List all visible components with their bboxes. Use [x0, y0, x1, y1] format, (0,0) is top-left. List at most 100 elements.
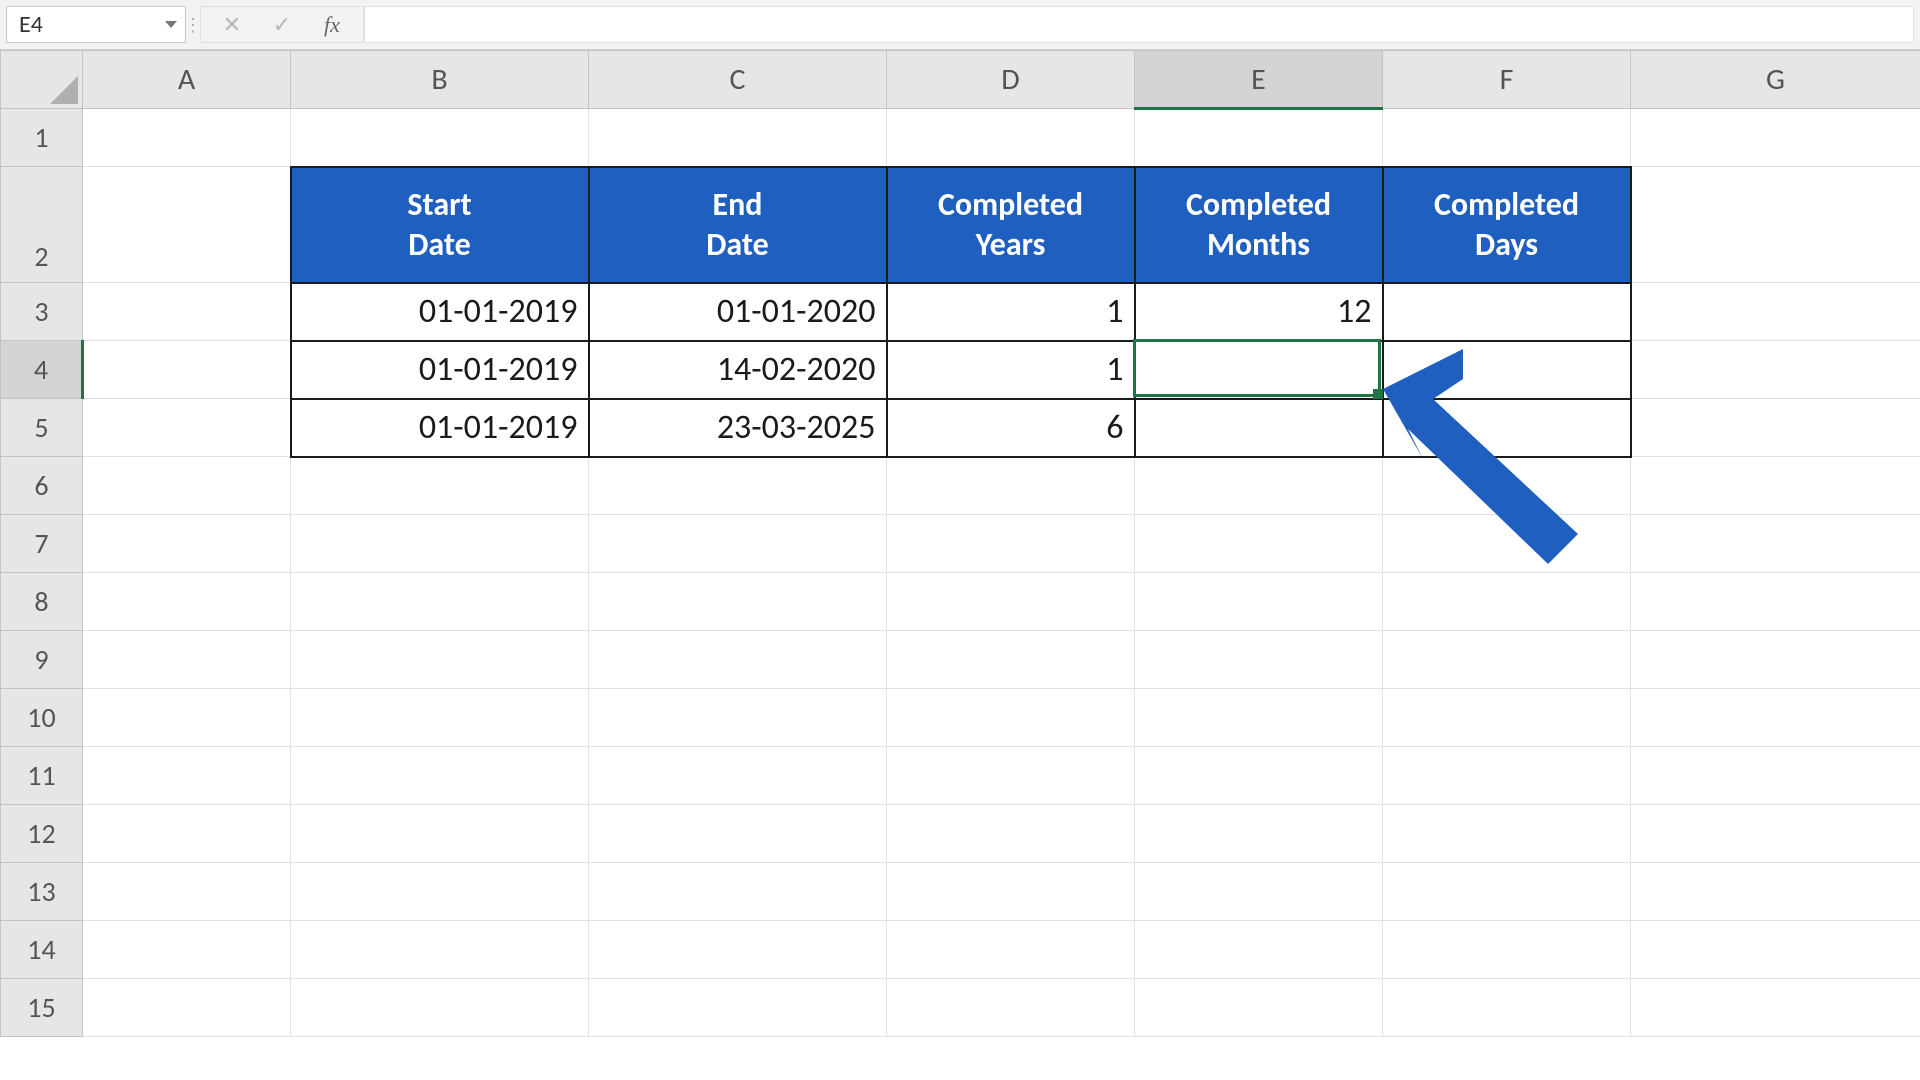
- cell-A10[interactable]: [83, 689, 291, 747]
- cell-D4[interactable]: 1: [887, 341, 1135, 399]
- cell-D1[interactable]: [887, 109, 1135, 167]
- cell-C13[interactable]: [589, 863, 887, 921]
- cell-E8[interactable]: [1135, 573, 1383, 631]
- cell-F8[interactable]: [1383, 573, 1631, 631]
- cell-F1[interactable]: [1383, 109, 1631, 167]
- column-header-G[interactable]: G: [1631, 51, 1920, 109]
- cell-D15[interactable]: [887, 979, 1135, 1037]
- cell-E7[interactable]: [1135, 515, 1383, 573]
- cell-F11[interactable]: [1383, 747, 1631, 805]
- cell-G1[interactable]: [1631, 109, 1920, 167]
- cell-A3[interactable]: [83, 283, 291, 341]
- cell-B14[interactable]: [291, 921, 589, 979]
- cell-B12[interactable]: [291, 805, 589, 863]
- cell-F15[interactable]: [1383, 979, 1631, 1037]
- cell-G5[interactable]: [1631, 399, 1920, 457]
- cell-F5[interactable]: [1383, 399, 1631, 457]
- cell-A7[interactable]: [83, 515, 291, 573]
- cell-G11[interactable]: [1631, 747, 1920, 805]
- cell-E1[interactable]: [1135, 109, 1383, 167]
- cell-G14[interactable]: [1631, 921, 1920, 979]
- cell-A1[interactable]: [83, 109, 291, 167]
- row-header-7[interactable]: 7: [1, 515, 83, 573]
- cell-E4[interactable]: [1135, 341, 1383, 399]
- cell-D10[interactable]: [887, 689, 1135, 747]
- cell-A9[interactable]: [83, 631, 291, 689]
- cell-D3[interactable]: 1: [887, 283, 1135, 341]
- cell-B4[interactable]: 01-01-2019: [291, 341, 589, 399]
- cell-E14[interactable]: [1135, 921, 1383, 979]
- column-header-D[interactable]: D: [887, 51, 1135, 109]
- cell-G12[interactable]: [1631, 805, 1920, 863]
- cell-C5[interactable]: 23-03-2025: [589, 399, 887, 457]
- cell-F13[interactable]: [1383, 863, 1631, 921]
- cell-F4[interactable]: [1383, 341, 1631, 399]
- cell-B2[interactable]: Start Date: [291, 167, 589, 283]
- row-header-5[interactable]: 5: [1, 399, 83, 457]
- cell-B11[interactable]: [291, 747, 589, 805]
- cell-G3[interactable]: [1631, 283, 1920, 341]
- cell-F3[interactable]: [1383, 283, 1631, 341]
- cell-A13[interactable]: [83, 863, 291, 921]
- cell-E3[interactable]: 12: [1135, 283, 1383, 341]
- cancel-icon[interactable]: ✕: [219, 12, 245, 38]
- name-box[interactable]: E4: [6, 6, 186, 43]
- cell-B6[interactable]: [291, 457, 589, 515]
- cell-G15[interactable]: [1631, 979, 1920, 1037]
- cell-F6[interactable]: [1383, 457, 1631, 515]
- cell-E12[interactable]: [1135, 805, 1383, 863]
- cell-A4[interactable]: [83, 341, 291, 399]
- cell-A5[interactable]: [83, 399, 291, 457]
- cell-C7[interactable]: [589, 515, 887, 573]
- row-header-14[interactable]: 14: [1, 921, 83, 979]
- cell-E11[interactable]: [1135, 747, 1383, 805]
- cell-D6[interactable]: [887, 457, 1135, 515]
- cell-B5[interactable]: 01-01-2019: [291, 399, 589, 457]
- cell-A15[interactable]: [83, 979, 291, 1037]
- row-header-3[interactable]: 3: [1, 283, 83, 341]
- cell-E15[interactable]: [1135, 979, 1383, 1037]
- cell-B13[interactable]: [291, 863, 589, 921]
- cell-C11[interactable]: [589, 747, 887, 805]
- column-header-B[interactable]: B: [291, 51, 589, 109]
- cell-G6[interactable]: [1631, 457, 1920, 515]
- cell-A6[interactable]: [83, 457, 291, 515]
- cell-E5[interactable]: [1135, 399, 1383, 457]
- cell-F2[interactable]: Completed Days: [1383, 167, 1631, 283]
- cell-B10[interactable]: [291, 689, 589, 747]
- cell-A8[interactable]: [83, 573, 291, 631]
- cell-G9[interactable]: [1631, 631, 1920, 689]
- row-header-11[interactable]: 11: [1, 747, 83, 805]
- spreadsheet-grid[interactable]: A B C D E F G 1 2: [0, 50, 1920, 1080]
- cell-D5[interactable]: 6: [887, 399, 1135, 457]
- cell-C2[interactable]: End Date: [589, 167, 887, 283]
- row-header-12[interactable]: 12: [1, 805, 83, 863]
- cell-E13[interactable]: [1135, 863, 1383, 921]
- cell-A12[interactable]: [83, 805, 291, 863]
- row-header-4[interactable]: 4: [1, 341, 83, 399]
- cell-G10[interactable]: [1631, 689, 1920, 747]
- cell-C4[interactable]: 14-02-2020: [589, 341, 887, 399]
- row-header-2[interactable]: 2: [1, 167, 83, 283]
- row-header-10[interactable]: 10: [1, 689, 83, 747]
- row-header-15[interactable]: 15: [1, 979, 83, 1037]
- cell-D7[interactable]: [887, 515, 1135, 573]
- row-header-6[interactable]: 6: [1, 457, 83, 515]
- cell-F10[interactable]: [1383, 689, 1631, 747]
- cell-F12[interactable]: [1383, 805, 1631, 863]
- select-all-corner[interactable]: [1, 51, 83, 109]
- cell-D14[interactable]: [887, 921, 1135, 979]
- cell-D8[interactable]: [887, 573, 1135, 631]
- cell-C9[interactable]: [589, 631, 887, 689]
- cell-D13[interactable]: [887, 863, 1135, 921]
- cell-B9[interactable]: [291, 631, 589, 689]
- cell-C15[interactable]: [589, 979, 887, 1037]
- enter-icon[interactable]: ✓: [269, 12, 295, 38]
- cell-G7[interactable]: [1631, 515, 1920, 573]
- cell-B3[interactable]: 01-01-2019: [291, 283, 589, 341]
- cell-C6[interactable]: [589, 457, 887, 515]
- cell-B7[interactable]: [291, 515, 589, 573]
- cell-G13[interactable]: [1631, 863, 1920, 921]
- cell-E2[interactable]: Completed Months: [1135, 167, 1383, 283]
- cell-E10[interactable]: [1135, 689, 1383, 747]
